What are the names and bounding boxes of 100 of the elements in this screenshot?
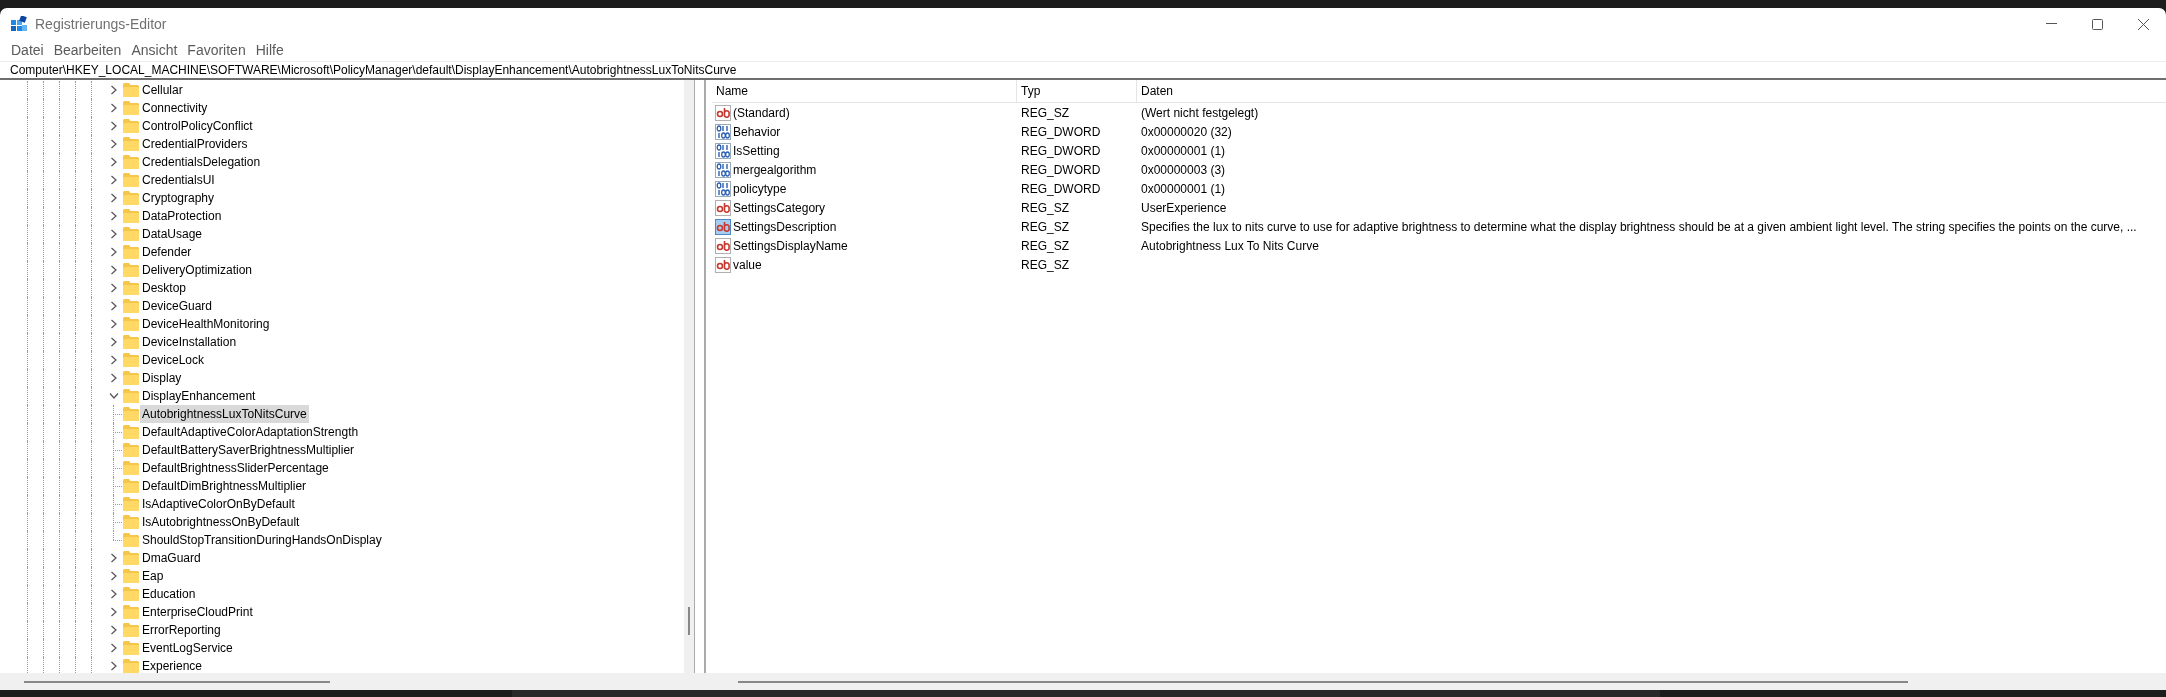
tree-item[interactable]: ShouldStopTransitionDuringHandsOnDisplay [140,531,384,549]
folder-icon [123,641,139,655]
folder-icon [123,173,139,187]
folder-icon [123,389,139,403]
scrollbar-thumb[interactable] [738,680,1908,683]
value-type: REG_DWORD [1021,180,1101,198]
tree-item[interactable]: DeviceInstallation [141,333,238,351]
folder-icon [123,659,139,673]
value-name[interactable]: policytype [733,179,787,198]
value-name[interactable]: SettingsDescription [733,217,837,236]
tree-item[interactable]: ErrorReporting [141,621,222,639]
folder-icon [123,551,139,565]
tree-item[interactable]: Connectivity [141,99,209,117]
folder-icon [123,137,139,151]
value-type: REG_SZ [1021,218,1069,236]
menu-item[interactable]: Bearbeiten [48,40,127,61]
tree-item[interactable]: DeviceGuard [141,297,214,315]
folder-icon [123,191,139,205]
folder-icon [123,209,139,223]
folder-icon [123,533,139,547]
value-data: 0x00000001 (1) [1141,142,1226,160]
tree-item[interactable]: DefaultAdaptiveColorAdaptationStrength [140,423,361,441]
folder-icon [123,155,139,169]
column-header[interactable]: Typ [1021,82,1041,100]
value-type: REG_SZ [1021,237,1069,255]
tree-item[interactable]: DefaultBrightnessSliderPercentage [140,459,331,477]
menu-item[interactable]: Favoriten [182,40,251,61]
value-data: 0x00000003 (3) [1141,161,1226,179]
tree-item[interactable]: AutobrightnessLuxToNitsCurve [140,405,309,423]
menu-item[interactable]: Datei [6,40,49,61]
address-bar[interactable]: Computer\HKEY_LOCAL_MACHINE\SOFTWARE\Microsoft\PolicyManager\default\DisplayEnhancement\AutobrightnessLuxToNitsCurve [0,62,2166,80]
tree-item[interactable]: Defender [141,243,193,261]
tree-item[interactable]: IsAutobrightnessOnByDefault [140,513,302,531]
tree-item[interactable]: CredentialsDelegation [141,153,262,171]
tree-item[interactable]: Desktop [141,279,188,297]
tree-item[interactable]: CredentialProviders [141,135,249,153]
folder-icon [123,101,139,115]
tree-item[interactable]: Display [141,369,183,387]
column-header[interactable]: Daten [1141,82,1174,100]
folder-icon [123,245,139,259]
folder-icon [123,119,139,133]
tree-item[interactable]: EventLogService [141,639,234,657]
folder-icon [123,479,139,493]
window-title: Registrierungs-Editor [35,14,167,34]
value-name[interactable]: SettingsCategory [733,198,826,217]
value-data: (Wert nicht festgelegt) [1141,104,1259,122]
tree-item[interactable]: EnterpriseCloudPrint [141,603,254,621]
folder-icon [123,461,139,475]
value-data: Autobrightness Lux To Nits Curve [1141,237,1319,255]
folder-icon [123,353,139,367]
tree-item[interactable]: DefaultDimBrightnessMultiplier [140,477,309,495]
folder-icon [123,407,139,421]
value-type: REG_DWORD [1021,142,1101,160]
tree-item[interactable]: DeviceLock [141,351,206,369]
tree-item[interactable]: Cryptography [141,189,216,207]
folder-icon [123,569,139,583]
menu-item[interactable]: Ansicht [126,40,183,61]
minimize-icon [2045,23,2057,25]
value-type: REG_DWORD [1021,161,1101,179]
tree-item[interactable]: Eap [141,567,165,585]
folder-icon [123,299,139,313]
value-type: REG_SZ [1021,199,1069,217]
folder-icon [123,335,139,349]
tree-item[interactable]: Cellular [141,81,184,99]
tree-item[interactable]: IsAdaptiveColorOnByDefault [140,495,297,513]
value-type: REG_SZ [1021,104,1069,122]
column-header[interactable]: Name [716,82,748,100]
tree-item[interactable]: CredentialsUI [141,171,216,189]
tree-item[interactable]: Education [141,585,197,603]
value-name[interactable]: mergealgorithm [733,160,817,179]
value-type: REG_DWORD [1021,123,1101,141]
value-name[interactable]: value [733,255,762,274]
value-name[interactable]: IsSetting [733,141,780,160]
value-data: UserExperience [1141,199,1227,217]
value-data: 0x00000001 (1) [1141,180,1226,198]
value-name[interactable]: SettingsDisplayName [733,236,848,255]
value-name[interactable]: Behavior [733,122,781,141]
tree-item[interactable]: DisplayEnhancement [141,387,257,405]
tree-item[interactable]: DataProtection [141,207,223,225]
value-name[interactable]: (Standard) [733,103,790,122]
tree-item[interactable]: DeviceHealthMonitoring [141,315,271,333]
tree-item[interactable]: DeliveryOptimization [141,261,254,279]
folder-icon [123,371,139,385]
folder-icon [123,587,139,601]
tree-item[interactable]: ControlPolicyConflict [141,117,254,135]
folder-icon [123,227,139,241]
tree-item[interactable]: DataUsage [141,225,204,243]
tree-item[interactable]: DefaultBatterySaverBrightnessMultiplier [140,441,357,459]
folder-icon [123,515,139,529]
menu-item[interactable]: Hilfe [250,40,289,61]
value-data: Specifies the lux to nits curve to use for adaptive brightness to determine what the display brightness should be at a given ambient light level. The string specifies the points on the curve, ... [1141,218,2137,236]
collapse-chevron-icon[interactable] [109,393,119,399]
scrollbar-thumb[interactable] [688,607,690,635]
tree-item[interactable]: DmaGuard [141,549,202,567]
folder-icon [123,623,139,637]
scrollbar-thumb[interactable] [24,680,330,683]
folder-icon [123,83,139,97]
address-text: Computer\HKEY_LOCAL_MACHINE\SOFTWARE\Microsoft\PolicyManager\default\DisplayEnhancement\AutobrightnessLuxToNitsCurve [10,62,737,79]
tree-item[interactable]: Experience [141,657,204,673]
folder-icon [123,443,139,457]
